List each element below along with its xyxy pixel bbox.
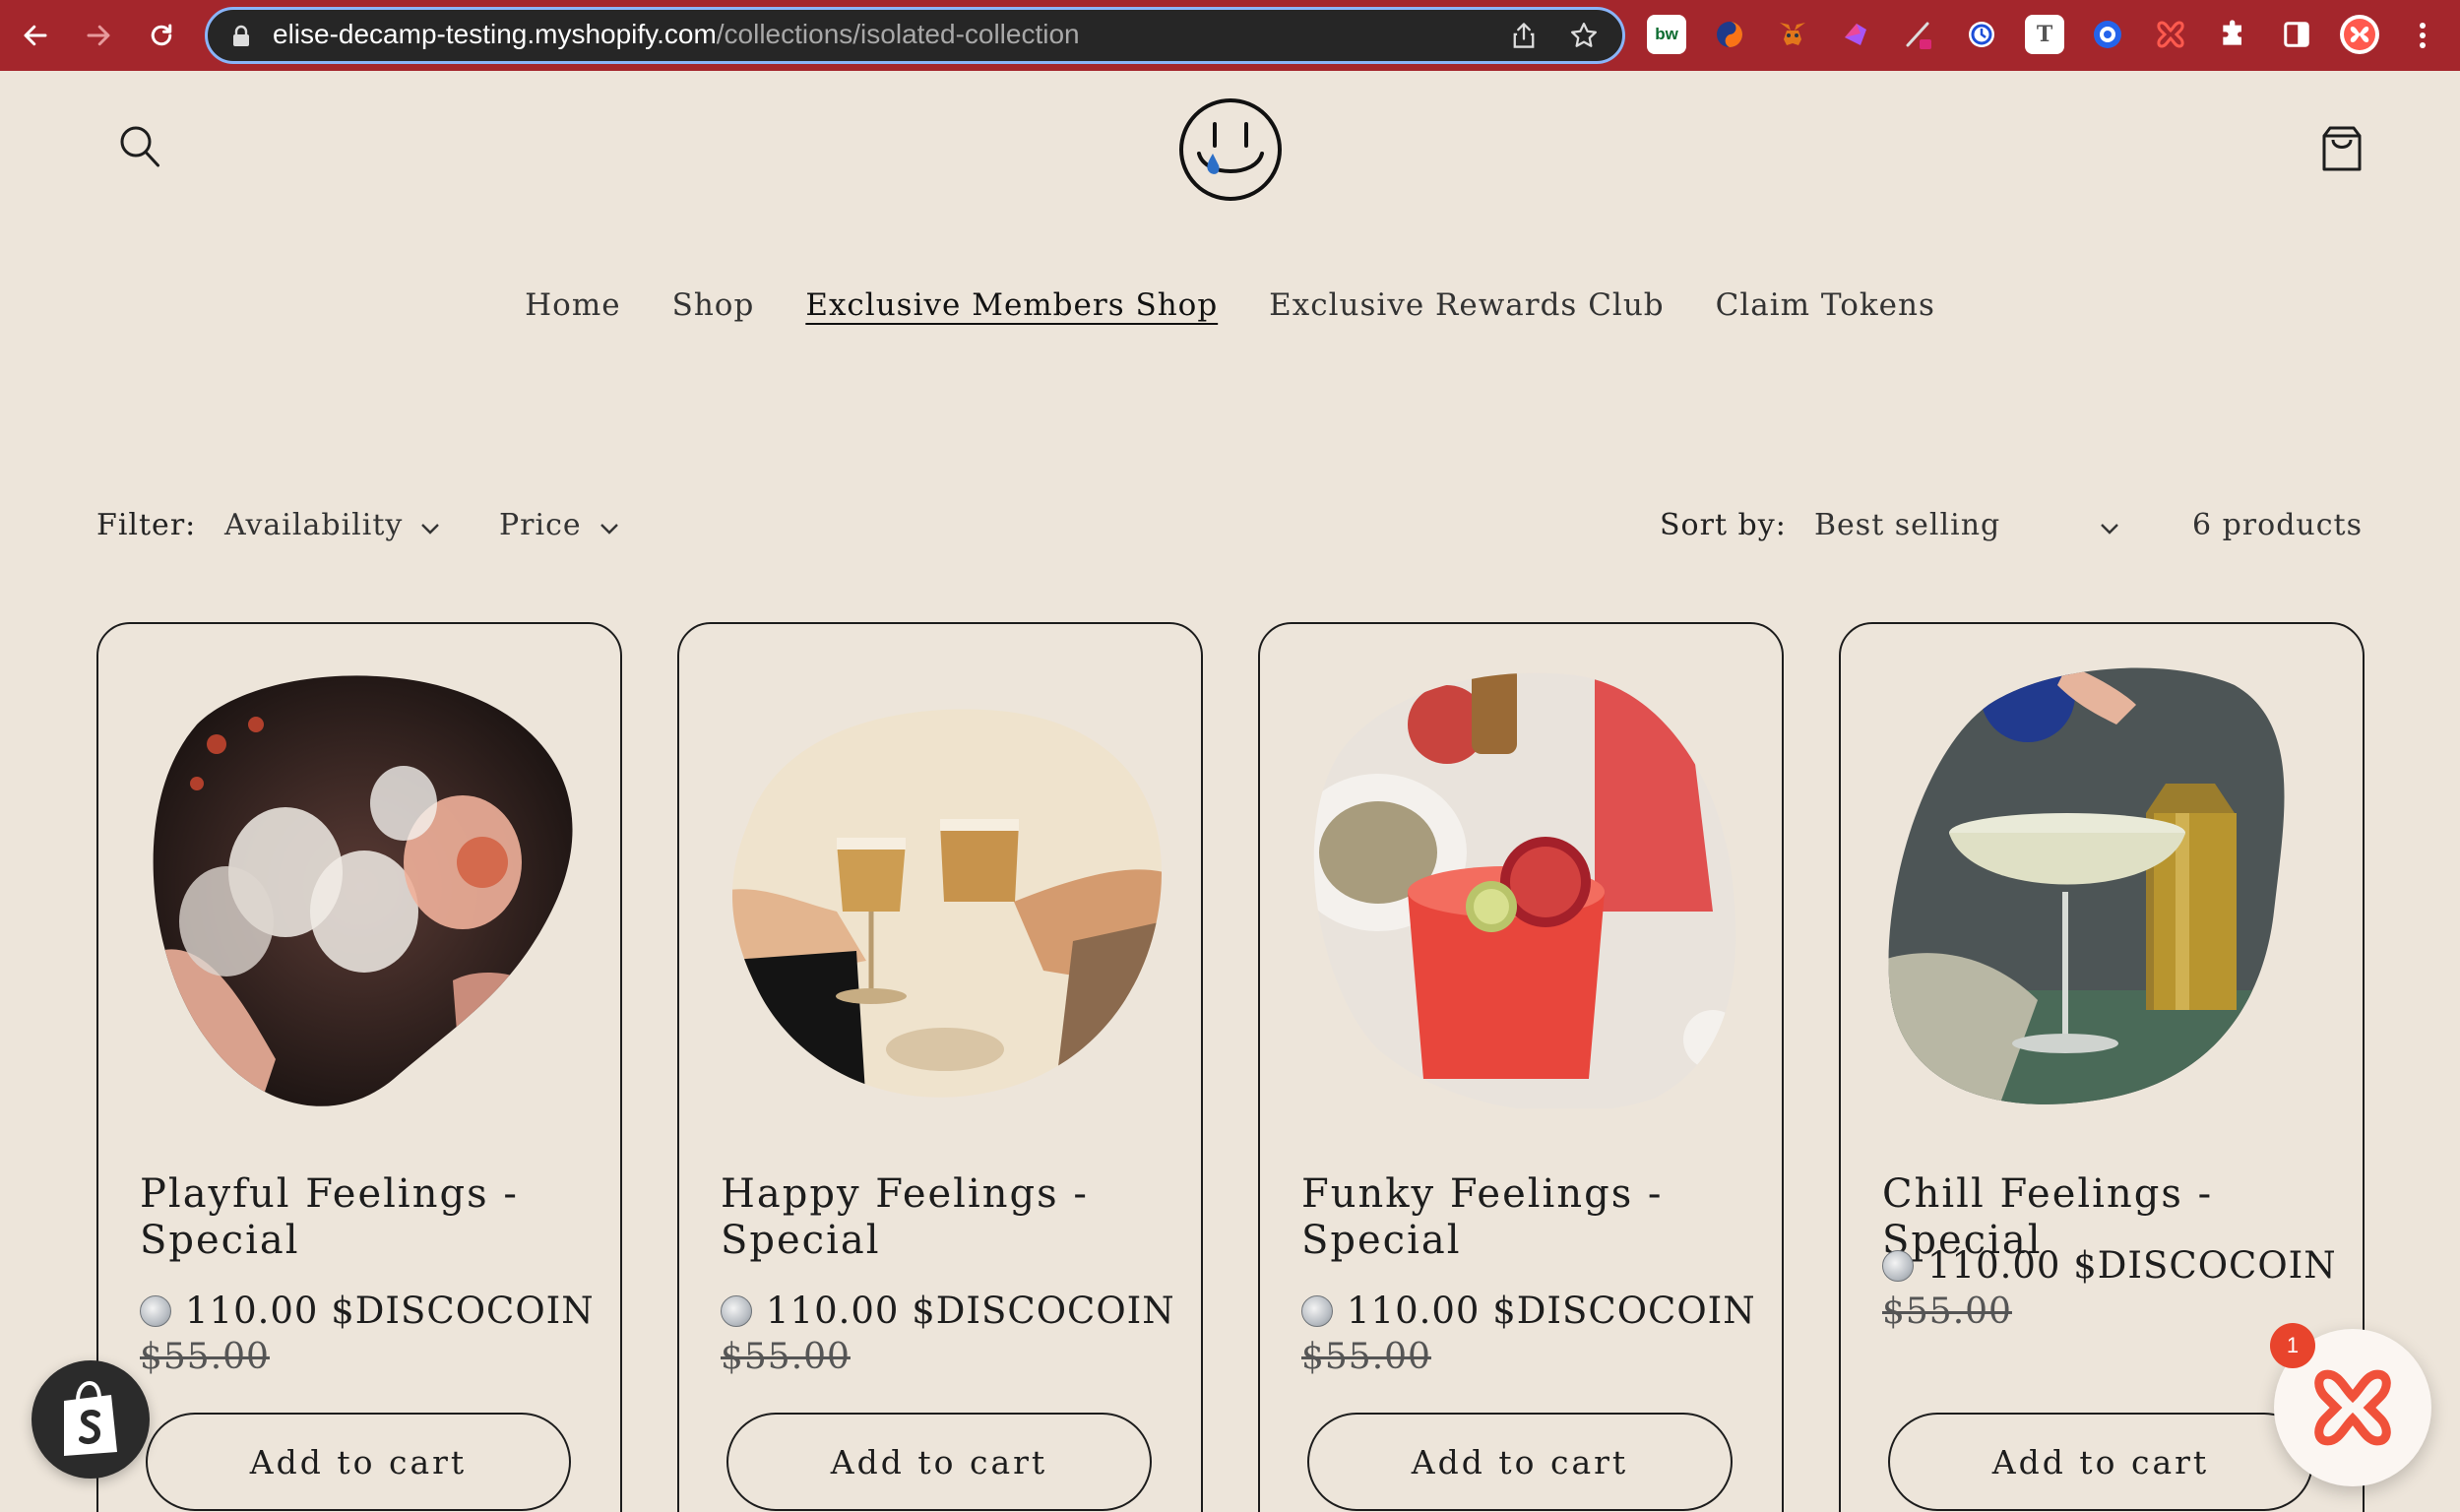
bookmark-star-icon[interactable] — [1569, 21, 1599, 54]
lock-icon[interactable] — [231, 25, 251, 52]
add-to-cart-button[interactable]: Add to cart — [1307, 1413, 1733, 1511]
rewards-x-icon — [2314, 1369, 2391, 1446]
availability-filter[interactable]: Availability — [224, 508, 440, 542]
address-bar[interactable]: elise-decamp-testing.myshopify.com/colle… — [205, 7, 1625, 64]
product-price: 110.00 $DISCOCOIN — [140, 1290, 595, 1332]
product-price: 110.00 $DISCOCOIN — [1301, 1290, 1756, 1332]
t-extension-label: T — [2036, 22, 2053, 47]
filter-label: Filter: — [96, 508, 197, 542]
main-menu: Home Shop Exclusive Members Shop Exclusi… — [0, 287, 2460, 329]
sidebar-icon[interactable] — [2277, 15, 2316, 54]
compare-at-price: $55.00 — [140, 1337, 270, 1377]
product-image[interactable] — [719, 665, 1164, 1108]
search-icon[interactable] — [118, 124, 161, 173]
chevron-down-icon — [2100, 508, 2119, 542]
shopify-bag-icon[interactable] — [32, 1360, 150, 1479]
app-x-extension-icon[interactable] — [2151, 15, 2190, 54]
browser-toolbar: elise-decamp-testing.myshopify.com/colle… — [0, 0, 2460, 71]
share-icon[interactable] — [1510, 21, 1538, 54]
compare-at-price: $55.00 — [1301, 1337, 1431, 1377]
url-text[interactable]: elise-decamp-testing.myshopify.com/colle… — [273, 19, 1080, 50]
compare-at-price: $55.00 — [1882, 1292, 2012, 1332]
menu-item-claim-tokens[interactable]: Claim Tokens — [1716, 287, 1935, 329]
reload-icon[interactable] — [140, 14, 183, 57]
cart-icon[interactable] — [2319, 122, 2365, 177]
swirl-extension-icon[interactable] — [1710, 15, 1749, 54]
add-to-cart-button[interactable]: Add to cart — [726, 1413, 1152, 1511]
product-price-value: 110.00 $DISCOCOIN — [1347, 1290, 1756, 1332]
gem-extension-icon[interactable] — [1836, 15, 1875, 54]
product-card[interactable]: Happy Feelings - Special 110.00 $DISCOCO… — [677, 622, 1203, 1512]
notification-badge: 1 — [2270, 1323, 2315, 1368]
sort-select[interactable]: Best selling — [1814, 508, 2119, 542]
kebab-menu-icon[interactable] — [2401, 14, 2444, 57]
menu-item-exclusive-rewards-club[interactable]: Exclusive Rewards Club — [1269, 287, 1664, 329]
compare-at-price: $55.00 — [721, 1337, 851, 1377]
bw-extension-label: bw — [1655, 25, 1678, 43]
add-to-cart-button[interactable]: Add to cart — [146, 1413, 571, 1511]
profile-icon[interactable] — [2340, 15, 2379, 54]
product-price: 110.00 $DISCOCOIN — [1882, 1244, 2337, 1287]
product-title[interactable]: Playful Feelings - Special — [140, 1171, 593, 1264]
product-price-value: 110.00 $DISCOCOIN — [185, 1290, 595, 1332]
product-image[interactable] — [138, 665, 583, 1108]
menu-item-home[interactable]: Home — [525, 287, 620, 329]
discocoin-icon — [1882, 1249, 1914, 1282]
product-price-value: 110.00 $DISCOCOIN — [1927, 1244, 2337, 1287]
pen-extension-icon[interactable] — [1899, 15, 1938, 54]
price-filter-label: Price — [499, 508, 582, 542]
discocoin-icon — [721, 1294, 752, 1327]
product-image[interactable] — [1880, 665, 2325, 1108]
forward-arrow-icon[interactable] — [77, 14, 120, 57]
product-image[interactable] — [1299, 665, 1744, 1108]
product-card[interactable]: Funky Feelings - Special 110.00 $DISCOCO… — [1258, 622, 1784, 1512]
add-to-cart-button[interactable]: Add to cart — [1888, 1413, 2313, 1511]
sort-value: Best selling — [1814, 508, 2001, 542]
target-extension-icon[interactable] — [2088, 15, 2127, 54]
availability-filter-label: Availability — [224, 508, 404, 542]
product-card[interactable]: Playful Feelings - Special 110.00 $DISCO… — [96, 622, 622, 1512]
sort-label: Sort by: — [1660, 508, 1787, 542]
product-price-value: 110.00 $DISCOCOIN — [766, 1290, 1175, 1332]
chevron-down-icon — [420, 508, 440, 542]
product-price: 110.00 $DISCOCOIN — [721, 1290, 1175, 1332]
price-filter[interactable]: Price — [499, 508, 619, 542]
clock-extension-icon[interactable] — [1962, 15, 2001, 54]
discocoin-icon — [1301, 1294, 1333, 1327]
menu-item-exclusive-members-shop[interactable]: Exclusive Members Shop — [805, 287, 1218, 329]
product-title[interactable]: Funky Feelings - Special — [1301, 1171, 1754, 1264]
chevron-down-icon — [599, 508, 619, 542]
discocoin-icon — [140, 1294, 171, 1327]
store-logo[interactable] — [1171, 91, 1290, 213]
bw-extension-icon[interactable]: bw — [1647, 15, 1686, 54]
product-title[interactable]: Happy Feelings - Special — [721, 1171, 1173, 1264]
puzzle-icon[interactable] — [2214, 15, 2253, 54]
product-count: 6 products — [2191, 508, 2363, 542]
t-extension-icon[interactable]: T — [2025, 15, 2064, 54]
back-arrow-icon[interactable] — [14, 14, 57, 57]
collection-facets: Filter: Availability Price Sort by: Best… — [96, 504, 2363, 551]
metamask-fox-icon[interactable] — [1773, 15, 1812, 54]
menu-item-shop[interactable]: Shop — [672, 287, 755, 329]
